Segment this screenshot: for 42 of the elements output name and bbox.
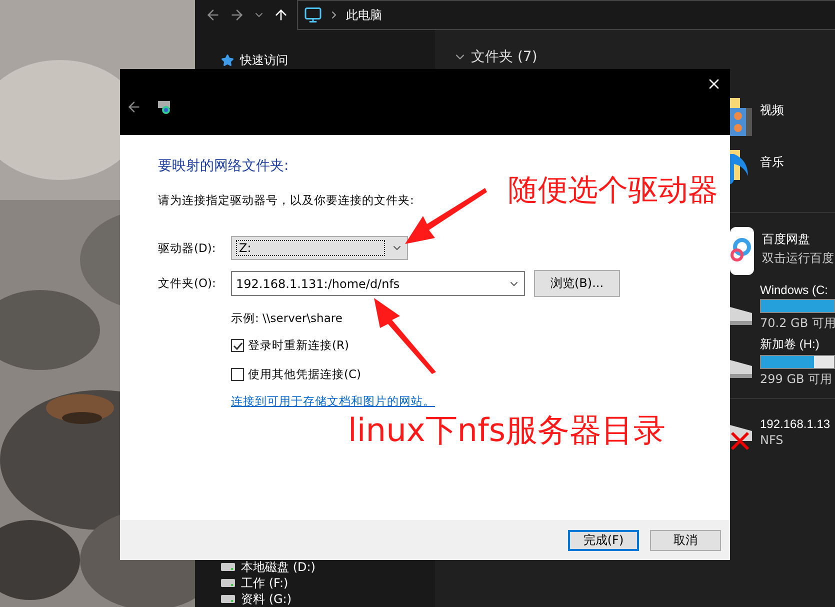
annotation-text: linux下nfs服务器目录 bbox=[348, 414, 666, 446]
back-button[interactable] bbox=[205, 7, 221, 23]
item-name[interactable]: 视频 bbox=[760, 102, 784, 119]
item-name[interactable]: Windows (C: bbox=[760, 283, 835, 297]
item-name[interactable]: 新加卷 (H:) bbox=[760, 336, 835, 353]
monitor-icon bbox=[304, 6, 322, 24]
item-name[interactable]: 音乐 bbox=[760, 154, 784, 171]
item-name[interactable]: 百度网盘 bbox=[762, 231, 834, 248]
item-detail: 299 GB 可用 bbox=[760, 371, 834, 388]
drive-label: 驱动器(D): bbox=[158, 240, 217, 256]
forward-button[interactable] bbox=[229, 7, 245, 23]
nav-item[interactable]: 本地磁盘 (D:) bbox=[195, 559, 435, 575]
address-bar[interactable]: 此电脑 bbox=[297, 0, 835, 30]
nav-item[interactable]: 资料 (G:) bbox=[195, 591, 435, 607]
website-link[interactable]: 连接到可用于存储文档和图片的网站。 bbox=[231, 394, 730, 409]
nav-item[interactable]: 工作 (F:) bbox=[195, 575, 435, 591]
folder-label: 文件夹(O): bbox=[158, 276, 217, 291]
browse-button[interactable]: 浏览(B)... bbox=[534, 270, 620, 297]
drive-icon bbox=[221, 563, 235, 571]
item-detail: 双击运行百度 bbox=[762, 250, 834, 267]
drive-icon bbox=[221, 579, 235, 587]
example-text: 示例: \\server\share bbox=[231, 311, 344, 326]
item-name[interactable]: 192.168.1.13 bbox=[760, 417, 830, 431]
section-header[interactable]: 文件夹 (7) bbox=[435, 46, 835, 68]
cancel-button[interactable]: 取消 bbox=[650, 530, 721, 550]
drive-select[interactable]: Z: bbox=[231, 236, 408, 260]
item-detail: 70.2 GB 可用 bbox=[760, 315, 835, 332]
instruction-text: 请为连接指定驱动器号，以及你要连接的文件夹: bbox=[158, 193, 415, 208]
drive-icon bbox=[221, 595, 235, 603]
nav-item[interactable]: 快速访问 bbox=[195, 51, 435, 69]
annotation-text: 随便选个驱动器 bbox=[508, 176, 718, 206]
finish-button[interactable]: 完成(F) bbox=[568, 530, 639, 550]
dialog-heading: 要映射的网络文件夹: bbox=[158, 157, 290, 175]
option-checkbox[interactable]: 登录时重新连接(R) bbox=[231, 338, 730, 353]
item-detail: NFS bbox=[760, 433, 784, 447]
back-button[interactable] bbox=[126, 99, 142, 115]
folder-field[interactable]: 192.168.1.131:/home/d/nfs bbox=[231, 271, 525, 296]
star-icon bbox=[221, 54, 234, 66]
up-button[interactable] bbox=[273, 7, 289, 23]
checkmark-icon bbox=[232, 340, 242, 350]
option-checkbox[interactable]: 使用其他凭据连接(C) bbox=[231, 367, 730, 382]
video-folder-icon bbox=[730, 98, 752, 138]
